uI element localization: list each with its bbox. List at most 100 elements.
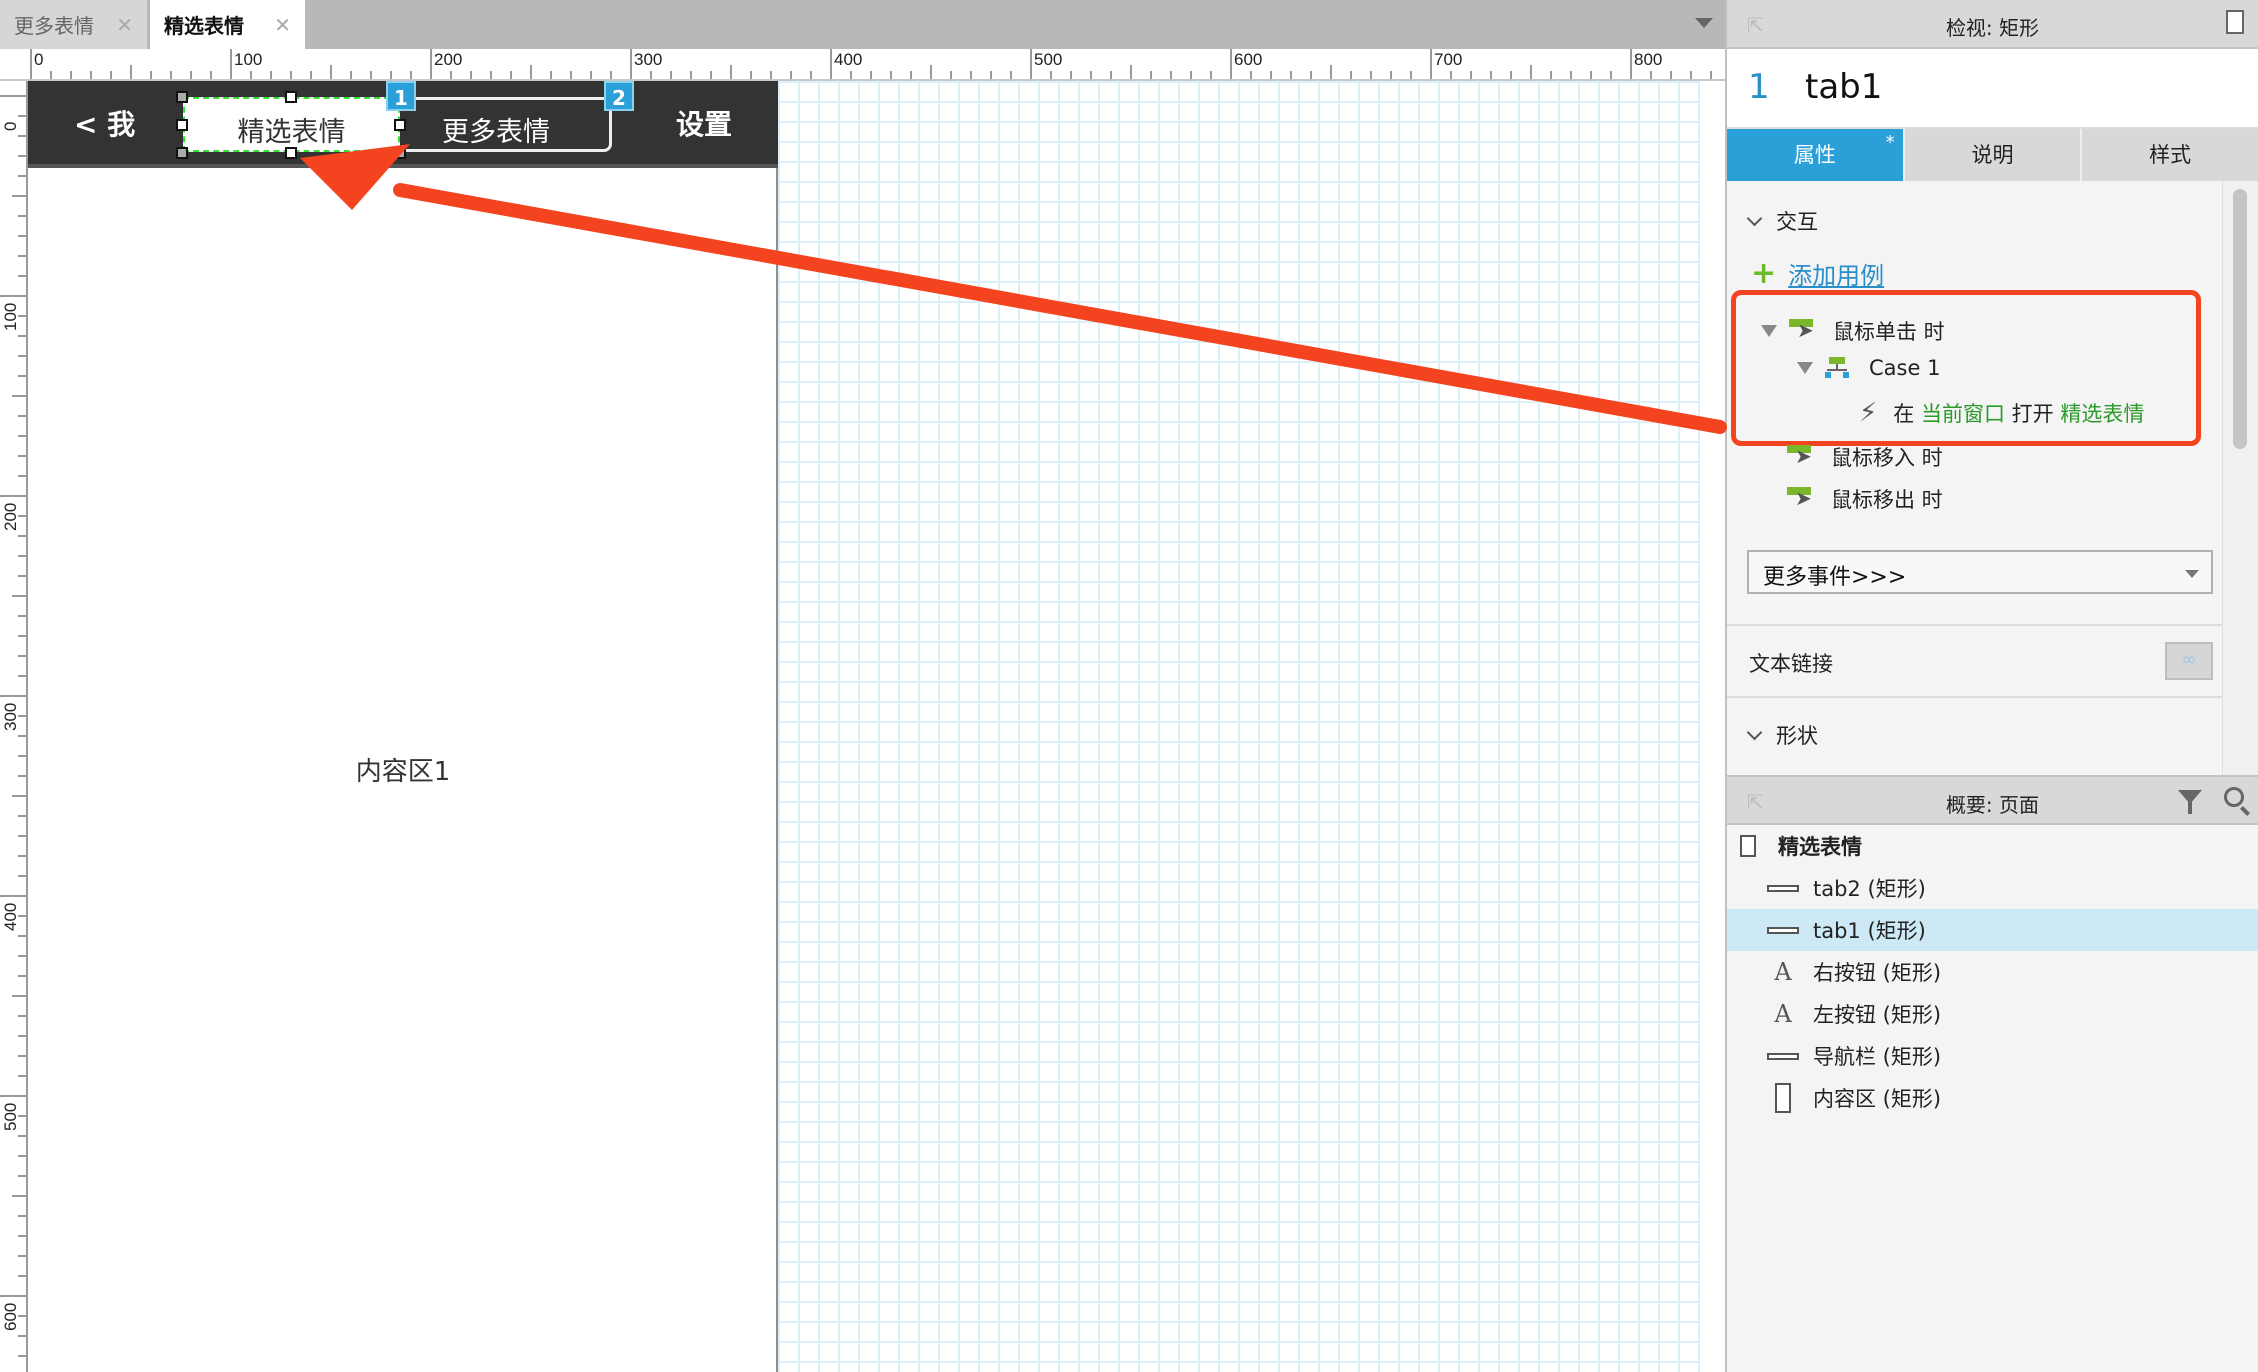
resize-handle-se[interactable] bbox=[394, 147, 406, 159]
ruler-tick bbox=[12, 195, 26, 197]
ruler-tick bbox=[1450, 71, 1452, 79]
page-icon bbox=[1740, 835, 1756, 857]
ruler-tick bbox=[550, 71, 552, 79]
ruler-label: 500 bbox=[1034, 50, 1063, 69]
ruler-tick bbox=[1110, 71, 1112, 79]
widget-name-input[interactable]: tab1 bbox=[1805, 67, 1882, 107]
ruler-tick bbox=[0, 695, 26, 697]
ruler-tick bbox=[12, 795, 26, 797]
tab-list-dropdown-icon[interactable] bbox=[1695, 18, 1713, 28]
ruler-tick bbox=[18, 835, 26, 837]
event-onclick[interactable]: ➤ 鼠标单击 时 bbox=[1761, 316, 1945, 346]
outline-item[interactable]: tab1 (矩形) bbox=[1727, 909, 2258, 951]
ruler-tick bbox=[1290, 71, 1292, 79]
content-area-label: 内容区1 bbox=[355, 757, 451, 787]
doc-tab-more-emoji[interactable]: 更多表情 ✕ bbox=[0, 0, 148, 49]
outline-item[interactable]: A 左按钮 (矩形) bbox=[1727, 993, 2258, 1035]
more-events-select[interactable]: 更多事件>>> bbox=[1747, 550, 2213, 594]
resize-handle-w[interactable] bbox=[176, 119, 188, 131]
ruler-tick bbox=[18, 1355, 26, 1357]
case-icon bbox=[1825, 357, 1849, 379]
expand-triangle-icon[interactable] bbox=[1797, 362, 1813, 374]
resize-handle-s[interactable] bbox=[285, 147, 297, 159]
ruler-tick bbox=[0, 495, 26, 497]
ruler-tick bbox=[190, 71, 192, 79]
ruler-tick bbox=[1590, 71, 1592, 79]
inspector-scroll-thumb[interactable] bbox=[2233, 189, 2247, 449]
case-row[interactable]: Case 1 bbox=[1797, 356, 1940, 380]
search-icon[interactable] bbox=[2224, 787, 2244, 807]
ruler-tick bbox=[18, 555, 26, 557]
text-link-label: 文本链接 bbox=[1749, 652, 1833, 676]
design-canvas[interactable]: 内容区1 < 我 设置 更多表情 精选表情 1 2 bbox=[28, 81, 1700, 1372]
rectangle-icon bbox=[1767, 1052, 1799, 1060]
tab2-widget[interactable]: 更多表情 bbox=[396, 97, 612, 152]
right-button[interactable]: 设置 bbox=[676, 103, 732, 143]
interactions-section-toggle[interactable]: 交互 bbox=[1746, 206, 1818, 236]
resize-handle-nw[interactable] bbox=[176, 91, 188, 103]
ruler-tick bbox=[1170, 71, 1172, 79]
ruler-tick bbox=[1090, 71, 1092, 79]
ruler-tick bbox=[18, 875, 26, 877]
ruler-tick bbox=[1270, 71, 1272, 79]
chevron-down-icon bbox=[2185, 570, 2199, 578]
ruler-tick bbox=[170, 71, 172, 79]
outline-item-label: tab1 (矩形) bbox=[1813, 919, 1926, 943]
outline-page-row[interactable]: 精选表情 bbox=[1727, 825, 2258, 867]
ruler-tick bbox=[0, 295, 26, 297]
resize-handle-sw[interactable] bbox=[176, 147, 188, 159]
ruler-tick bbox=[18, 775, 26, 777]
ruler-tick bbox=[1650, 71, 1652, 79]
inspector-scrollbar[interactable] bbox=[2222, 181, 2258, 775]
tab1-widget-selected[interactable]: 精选表情 bbox=[183, 97, 400, 152]
ruler-tick bbox=[670, 71, 672, 79]
widget-index: 1 bbox=[1748, 67, 1770, 107]
tab2-label: 更多表情 bbox=[442, 117, 550, 148]
outline-item[interactable]: 导航栏 (矩形) bbox=[1727, 1035, 2258, 1077]
ruler-tick bbox=[12, 595, 26, 597]
outline-item[interactable]: A 右按钮 (矩形) bbox=[1727, 951, 2258, 993]
shape-section-toggle[interactable]: 形状 bbox=[1746, 720, 1818, 750]
tab-style[interactable]: 样式 bbox=[2082, 129, 2258, 181]
ruler-tick bbox=[18, 375, 26, 377]
ruler-tick bbox=[630, 49, 632, 79]
action-verb: 打开 bbox=[2011, 402, 2054, 426]
link-icon[interactable]: ∞ bbox=[2165, 642, 2213, 680]
ruler-tick bbox=[510, 71, 512, 79]
tab1-label: 精选表情 bbox=[237, 117, 346, 148]
ruler-tick bbox=[450, 71, 452, 79]
resize-handle-n[interactable] bbox=[285, 91, 297, 103]
expand-triangle-icon[interactable] bbox=[1761, 325, 1777, 337]
ruler-tick bbox=[730, 65, 732, 79]
page-notes-icon[interactable] bbox=[2226, 10, 2244, 34]
ruler-label: 200 bbox=[1, 502, 20, 531]
close-icon[interactable]: ✕ bbox=[116, 13, 133, 37]
resize-handle-e[interactable] bbox=[394, 119, 406, 131]
ruler-label: 0 bbox=[1, 121, 20, 131]
tab-notes[interactable]: 说明 bbox=[1904, 129, 2083, 181]
event-onmouseenter[interactable]: ➤ 鼠标移入 时 bbox=[1787, 442, 1943, 472]
chevron-down-icon bbox=[1746, 210, 1763, 226]
action-row[interactable]: ⚡ 在 当前窗口 打开 精选表情 bbox=[1859, 398, 2144, 428]
text-widget-icon: A bbox=[1774, 958, 1792, 986]
event-onmouseleave[interactable]: ➤ 鼠标移出 时 bbox=[1787, 484, 1943, 514]
close-icon[interactable]: ✕ bbox=[274, 13, 291, 37]
ruler-tick bbox=[970, 71, 972, 79]
outline-item[interactable]: 内容区 (矩形) bbox=[1727, 1077, 2258, 1119]
ruler-tick bbox=[70, 71, 72, 79]
add-case-link[interactable]: + 添加用例 bbox=[1751, 256, 1884, 291]
ruler-label: 100 bbox=[1, 302, 20, 331]
plus-icon: + bbox=[1751, 256, 1777, 291]
interaction-badge-2: 2 bbox=[604, 81, 634, 111]
mouse-event-icon: ➤ bbox=[1789, 319, 1814, 343]
doc-tab-featured-emoji[interactable]: 精选表情 ✕ bbox=[150, 0, 305, 49]
nav-bar[interactable]: < 我 设置 更多表情 精选表情 1 2 bbox=[28, 81, 778, 168]
rectangle-icon bbox=[1767, 884, 1799, 892]
ruler-tick bbox=[590, 71, 592, 79]
content-area[interactable]: 内容区1 bbox=[28, 81, 778, 1372]
outline-item[interactable]: tab2 (矩形) bbox=[1727, 867, 2258, 909]
left-button[interactable]: < 我 bbox=[74, 103, 135, 143]
tab-properties[interactable]: 属性 * bbox=[1727, 129, 1905, 181]
ruler-tick bbox=[350, 71, 352, 79]
widget-name-field[interactable]: 1 tab1 bbox=[1727, 49, 2258, 129]
